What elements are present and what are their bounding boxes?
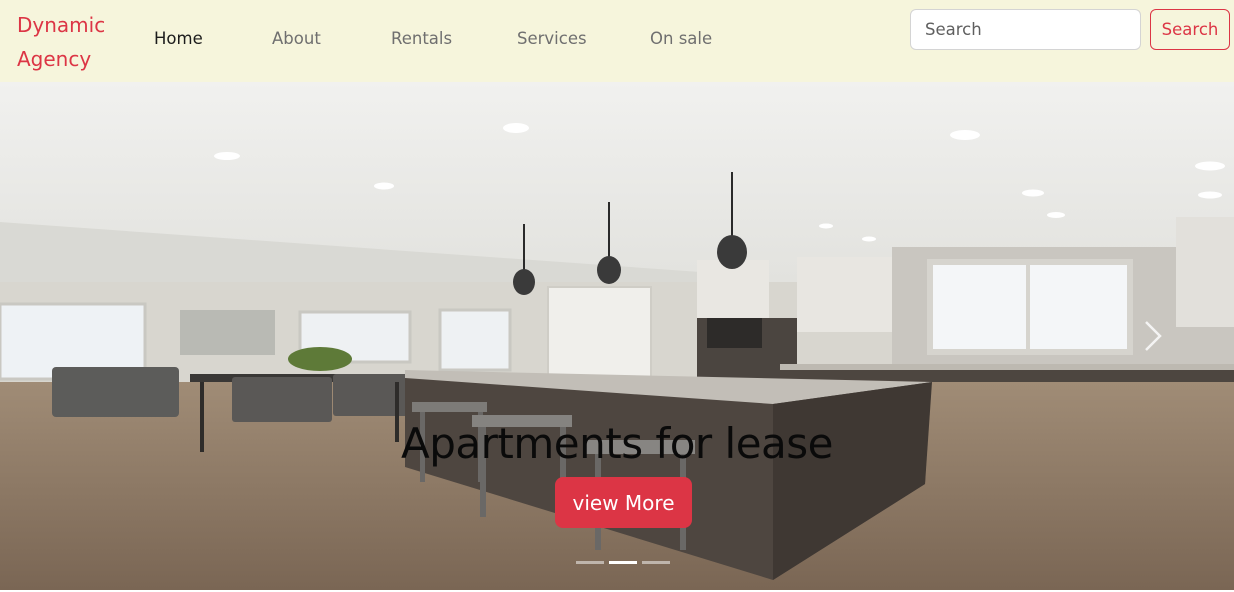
nav-link-about[interactable]: About [272, 28, 321, 50]
nav-link-on-sale[interactable]: On sale [650, 28, 712, 50]
nav-link-home[interactable]: Home [154, 28, 203, 50]
carousel-indicators [0, 561, 1234, 567]
carousel-caption: Apartments for lease [400, 419, 834, 468]
carousel-indicator-1[interactable] [576, 561, 604, 564]
carousel-indicator-2[interactable] [609, 561, 637, 564]
hero-carousel: Apartments for lease view More [0, 82, 1234, 590]
carousel-next-control[interactable] [1138, 318, 1168, 354]
brand-logo[interactable]: Dynamic Agency [17, 8, 127, 76]
carousel-indicator-3[interactable] [642, 561, 670, 564]
nav-link-services[interactable]: Services [517, 28, 587, 50]
nav-link-rentals[interactable]: Rentals [391, 28, 452, 50]
chevron-right-icon [1145, 321, 1162, 351]
navbar: Dynamic Agency Home About Rentals Servic… [0, 0, 1234, 82]
search-input[interactable] [910, 9, 1141, 50]
search-button[interactable]: Search [1150, 9, 1230, 50]
view-more-button[interactable]: view More [555, 477, 692, 528]
